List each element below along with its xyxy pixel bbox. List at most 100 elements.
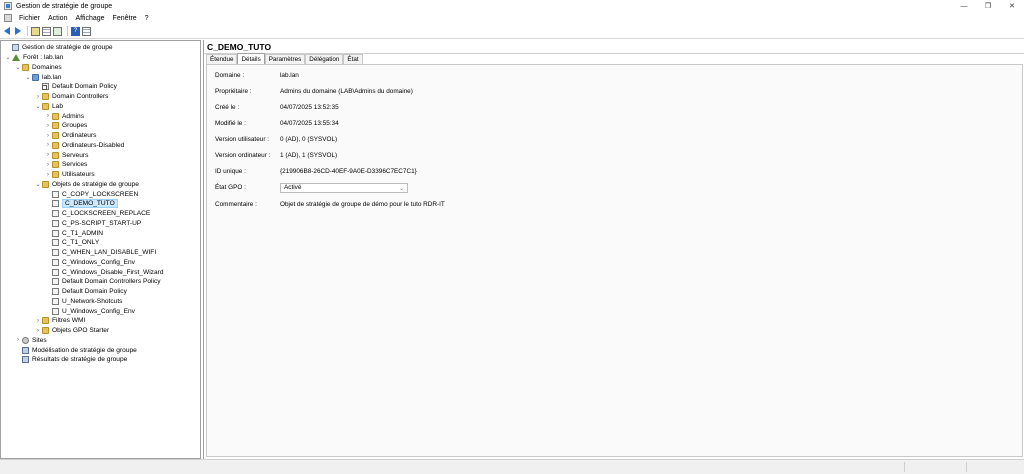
- field-row: État GPO : Activé ⌄: [207, 182, 1022, 193]
- field-value: 1 (AD), 1 (SYSVOL): [280, 152, 338, 159]
- menu-fenetre[interactable]: Fenêtre: [109, 15, 141, 22]
- gpo-icon: [52, 210, 59, 218]
- expand-chevron-icon[interactable]: ›: [44, 142, 52, 148]
- tree-item-label: Filtres WMI: [52, 317, 86, 325]
- gpo-status-dropdown[interactable]: Activé ⌄: [280, 182, 408, 193]
- gpo-icon: [52, 249, 59, 257]
- tree-item[interactable]: Default Domain Policy: [44, 287, 127, 297]
- expand-chevron-icon[interactable]: ›: [44, 113, 52, 119]
- tree-item-label: Objets de stratégie de groupe: [52, 180, 139, 188]
- console-tree[interactable]: Gestion de stratégie de groupe ⌄ Forêt : l…: [0, 40, 201, 459]
- gpo-icon: [52, 307, 59, 315]
- expand-chevron-icon[interactable]: ›: [44, 133, 52, 139]
- expand-chevron-icon[interactable]: ›: [44, 123, 52, 129]
- tree-item[interactable]: U_Network-Shotcuts: [44, 297, 122, 307]
- menu-help[interactable]: ?: [141, 15, 153, 22]
- folder-icon: [42, 327, 49, 335]
- tree-item[interactable]: › Services: [44, 160, 87, 170]
- tree-item[interactable]: › Filtres WMI: [34, 316, 85, 326]
- tree-item[interactable]: C_Windows_Disable_First_Wizard: [44, 267, 164, 277]
- tree-item[interactable]: › Groupes: [44, 121, 87, 131]
- tree-item-label: Ordinateurs: [62, 132, 97, 140]
- tree-item[interactable]: C_LOCKSCREEN_REPLACE: [44, 209, 150, 219]
- collapse-chevron-icon[interactable]: ⌄: [4, 54, 12, 61]
- collapse-chevron-icon[interactable]: ⌄: [34, 181, 42, 188]
- field-value: {219906B8-26CD-40EF-9A0E-D3396C7EC7C1}: [280, 168, 417, 175]
- tree-item[interactable]: › Sites: [14, 336, 47, 346]
- system-menu-icon[interactable]: [4, 14, 12, 22]
- site-icon: [22, 336, 29, 344]
- tree-item[interactable]: › Serveurs: [44, 150, 88, 160]
- tree-item[interactable]: Default Domain Policy: [34, 82, 117, 92]
- back-button[interactable]: [2, 27, 11, 36]
- minimize-button[interactable]: —: [952, 0, 976, 12]
- collapse-chevron-icon[interactable]: ⌄: [24, 74, 32, 81]
- tree-item[interactable]: ⌄ Objets de stratégie de groupe: [34, 180, 139, 190]
- tree-item[interactable]: Default Domain Controllers Policy: [44, 277, 161, 287]
- tree-item[interactable]: C_Windows_Config_Env: [44, 258, 135, 268]
- field-value: 04/07/2025 13:55:34: [280, 120, 339, 127]
- tree-item[interactable]: C_PS-SCRIPT_START-UP: [44, 219, 141, 229]
- tab-delegation[interactable]: Délégation: [305, 54, 344, 64]
- status-segment: [966, 462, 967, 472]
- menu-action[interactable]: Action: [44, 15, 71, 22]
- tree-item[interactable]: › Ordinateurs-Disabled: [44, 141, 124, 151]
- tree-item[interactable]: C_WHEN_LAN_DISABLE_WIFI: [44, 248, 156, 258]
- collapse-chevron-icon[interactable]: ⌄: [34, 103, 42, 110]
- tree-item[interactable]: › Domain Controllers: [34, 92, 108, 102]
- chevron-down-icon: ⌄: [398, 185, 404, 192]
- tree-item[interactable]: › Objets GPO Starter: [34, 326, 109, 336]
- gpmc-app-icon: [4, 2, 12, 10]
- folder-icon: [42, 93, 49, 101]
- expand-chevron-icon[interactable]: ›: [44, 152, 52, 158]
- forward-arrow-icon: [14, 27, 21, 35]
- help-button[interactable]: ?: [71, 26, 80, 36]
- close-button[interactable]: ✕: [1000, 0, 1024, 12]
- tree-item[interactable]: Modélisation de stratégie de groupe: [14, 345, 137, 355]
- tree-item-label: C_T1_ADMIN: [62, 229, 104, 237]
- tree-item[interactable]: ⌄ Lab: [34, 102, 63, 112]
- menu-affichage[interactable]: Affichage: [71, 15, 108, 22]
- expand-chevron-icon[interactable]: ›: [44, 172, 52, 178]
- up-folder-button[interactable]: [31, 26, 40, 36]
- console-tree-icon: [42, 26, 51, 36]
- tree-item-label: C_T1_ONLY: [62, 239, 100, 247]
- expand-chevron-icon[interactable]: ›: [34, 94, 42, 100]
- tree-item[interactable]: C_T1_ONLY: [44, 238, 99, 248]
- tree-item[interactable]: C_COPY_LOCKSCREEN: [44, 189, 138, 199]
- field-label: Créé le :: [215, 104, 240, 111]
- field-row: Propriétaire : Admins du domaine (LAB\Ad…: [207, 87, 1022, 96]
- show-hide-tree-button[interactable]: [42, 26, 51, 36]
- tree-item[interactable]: › Admins: [44, 111, 84, 121]
- tree-item[interactable]: › Ordinateurs: [44, 131, 96, 141]
- tree-item[interactable]: U_Windows_Config_Env: [44, 306, 135, 316]
- tree-item[interactable]: ⌄ lab.lan: [24, 72, 61, 82]
- folder-icon: [52, 132, 59, 140]
- menu-fichier[interactable]: Fichier: [15, 15, 44, 22]
- tab-parametres[interactable]: Paramètres: [264, 54, 306, 64]
- tab-etat[interactable]: État: [343, 54, 363, 64]
- tree-item[interactable]: › Utilisateurs: [44, 170, 95, 180]
- folder-icon: [22, 63, 29, 71]
- gpo-icon: [52, 239, 59, 247]
- properties-button[interactable]: [82, 26, 91, 36]
- collapse-chevron-icon[interactable]: ⌄: [14, 64, 22, 71]
- expand-chevron-icon[interactable]: ›: [34, 328, 42, 334]
- expand-chevron-icon[interactable]: ›: [44, 162, 52, 168]
- expand-chevron-icon[interactable]: ›: [14, 337, 22, 343]
- tree-item[interactable]: C_DEMO_TUTO: [44, 199, 118, 209]
- gpo-status-value: Activé: [284, 184, 302, 191]
- tab-details[interactable]: Détails: [237, 53, 265, 64]
- tree-item[interactable]: C_T1_ADMIN: [44, 228, 103, 238]
- forward-button[interactable]: [13, 27, 22, 36]
- tree-item[interactable]: ⌄ Domaines: [14, 63, 62, 73]
- details-header: C_DEMO_TUTO: [204, 40, 1024, 54]
- tree-item[interactable]: ⌄ Forêt : lab.lan: [4, 53, 63, 63]
- maximize-button[interactable]: ❐: [976, 0, 1000, 12]
- tree-item[interactable]: Gestion de stratégie de groupe: [4, 43, 113, 53]
- tree-item[interactable]: Résultats de stratégie de groupe: [14, 355, 127, 365]
- tab-etendue[interactable]: Étendue: [206, 54, 238, 64]
- refresh-button[interactable]: [53, 26, 62, 36]
- expand-chevron-icon[interactable]: ›: [34, 318, 42, 324]
- tree-item-label: U_Network-Shotcuts: [62, 297, 123, 305]
